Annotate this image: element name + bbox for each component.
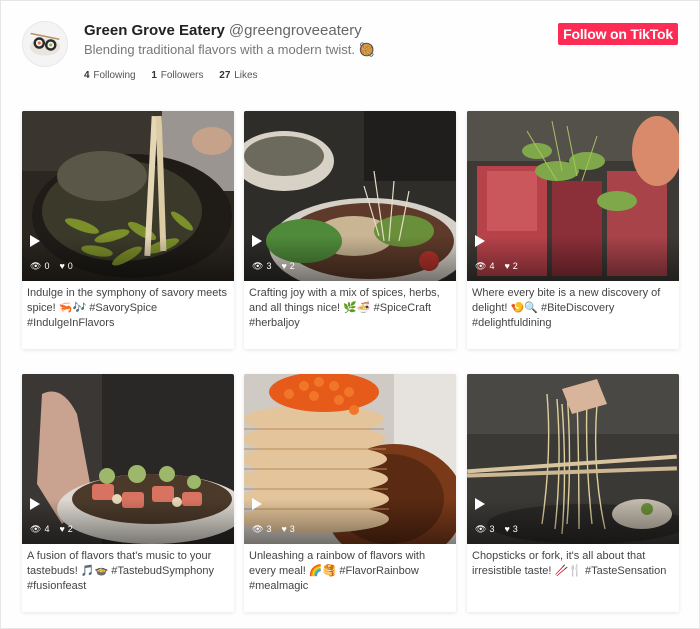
play-icon[interactable] xyxy=(475,498,485,510)
likes-count: 27 xyxy=(219,70,231,81)
video-thumbnail[interactable] xyxy=(22,111,234,281)
video-stats: 👁 4 ♥ 2 xyxy=(30,524,73,534)
profile-info: Green Grove Eatery @greengroveeatery Blen… xyxy=(84,21,524,81)
video-card[interactable]: 👁 3 ♥ 3 Chopsticks or fork, it's all about… xyxy=(467,374,679,612)
view-count: 4 xyxy=(489,261,495,271)
view-count: 0 xyxy=(44,261,50,271)
like-count: 0 xyxy=(67,261,73,271)
video-thumbnail[interactable] xyxy=(244,111,456,281)
eye-icon: 👁 xyxy=(475,261,487,271)
tiktok-feed-widget: Green Grove Eatery @greengroveeatery Blen… xyxy=(0,0,700,629)
video-caption: Where every bite is a new discovery of d… xyxy=(472,287,661,329)
following-count: 4 xyxy=(84,70,90,81)
follow-on-tiktok-button[interactable]: Follow on TikTok xyxy=(558,23,678,45)
play-icon[interactable] xyxy=(252,498,262,510)
video-caption: Chopsticks or fork, it's all about that … xyxy=(472,550,667,577)
sushi-avatar-icon[interactable] xyxy=(22,21,68,67)
play-icon[interactable] xyxy=(30,498,40,510)
eye-icon: 👁 xyxy=(30,524,42,534)
followers-count: 1 xyxy=(151,70,157,81)
video-caption: Crafting joy with a mix of spices, herbs… xyxy=(249,287,440,329)
video-card[interactable]: 👁 3 ♥ 2 Crafting joy with a mix of spices,… xyxy=(244,111,456,349)
following-stat: 4 Following xyxy=(84,70,136,81)
handle[interactable]: @greengroveeatery xyxy=(229,22,362,39)
video-thumbnail[interactable] xyxy=(467,374,679,544)
eye-icon: 👁 xyxy=(30,261,42,271)
video-caption: Indulge in the symphony of savory meets … xyxy=(27,287,227,329)
heart-icon: ♥ xyxy=(59,524,65,534)
eye-icon: 👁 xyxy=(252,261,264,271)
display-name[interactable]: Green Grove Eatery xyxy=(84,22,225,39)
heart-icon: ♥ xyxy=(281,524,287,534)
heart-icon: ♥ xyxy=(504,261,510,271)
profile-stats: 4 Following 1 Followers 27 Likes xyxy=(84,70,524,81)
view-count: 3 xyxy=(489,524,495,534)
view-count: 3 xyxy=(266,261,272,271)
video-stats: 👁 4 ♥ 2 xyxy=(475,261,518,271)
video-thumbnail[interactable] xyxy=(467,111,679,281)
like-count: 2 xyxy=(289,261,295,271)
video-caption: Unleashing a rainbow of flavors with eve… xyxy=(249,550,426,592)
video-stats: 👁 3 ♥ 2 xyxy=(252,261,295,271)
profile-bio: Blending traditional flavors with a mode… xyxy=(84,42,375,57)
likes-stat: 27 Likes xyxy=(219,70,257,81)
eye-icon: 👁 xyxy=(252,524,264,534)
video-stats: 👁 3 ♥ 3 xyxy=(252,524,295,534)
likes-label: Likes xyxy=(234,70,258,81)
video-caption: A fusion of flavors that's music to your… xyxy=(27,550,214,592)
like-count: 3 xyxy=(512,524,518,534)
play-icon[interactable] xyxy=(475,235,485,247)
video-card[interactable]: 👁 3 ♥ 3 Unleashing a rainbow of flavors wi… xyxy=(244,374,456,612)
video-thumbnail[interactable] xyxy=(22,374,234,544)
following-label: Following xyxy=(93,70,136,81)
heart-icon: ♥ xyxy=(504,524,510,534)
eye-icon: 👁 xyxy=(475,524,487,534)
like-count: 2 xyxy=(512,261,518,271)
video-stats: 👁 3 ♥ 3 xyxy=(475,524,518,534)
video-thumbnail[interactable] xyxy=(244,374,456,544)
view-count: 4 xyxy=(44,524,50,534)
video-card[interactable]: 👁 4 ♥ 2 A fusion of flavors that's music t… xyxy=(22,374,234,612)
profile-name-row: Green Grove Eatery @greengroveeatery xyxy=(84,21,524,40)
video-card[interactable]: 👁 4 ♥ 2 Where every bite is a new discover… xyxy=(467,111,679,349)
play-icon[interactable] xyxy=(30,235,40,247)
like-count: 2 xyxy=(67,524,73,534)
play-icon[interactable] xyxy=(252,235,262,247)
profile-header: Green Grove Eatery @greengroveeatery Blen… xyxy=(21,19,681,83)
heart-icon: ♥ xyxy=(59,261,65,271)
like-count: 3 xyxy=(289,524,295,534)
followers-stat: 1 Followers xyxy=(151,70,203,81)
video-stats: 👁 0 ♥ 0 xyxy=(30,261,73,271)
video-card[interactable]: 👁 0 ♥ 0 Indulge in the symphony of savory … xyxy=(22,111,234,349)
heart-icon: ♥ xyxy=(281,261,287,271)
view-count: 3 xyxy=(266,524,272,534)
followers-label: Followers xyxy=(160,70,204,81)
